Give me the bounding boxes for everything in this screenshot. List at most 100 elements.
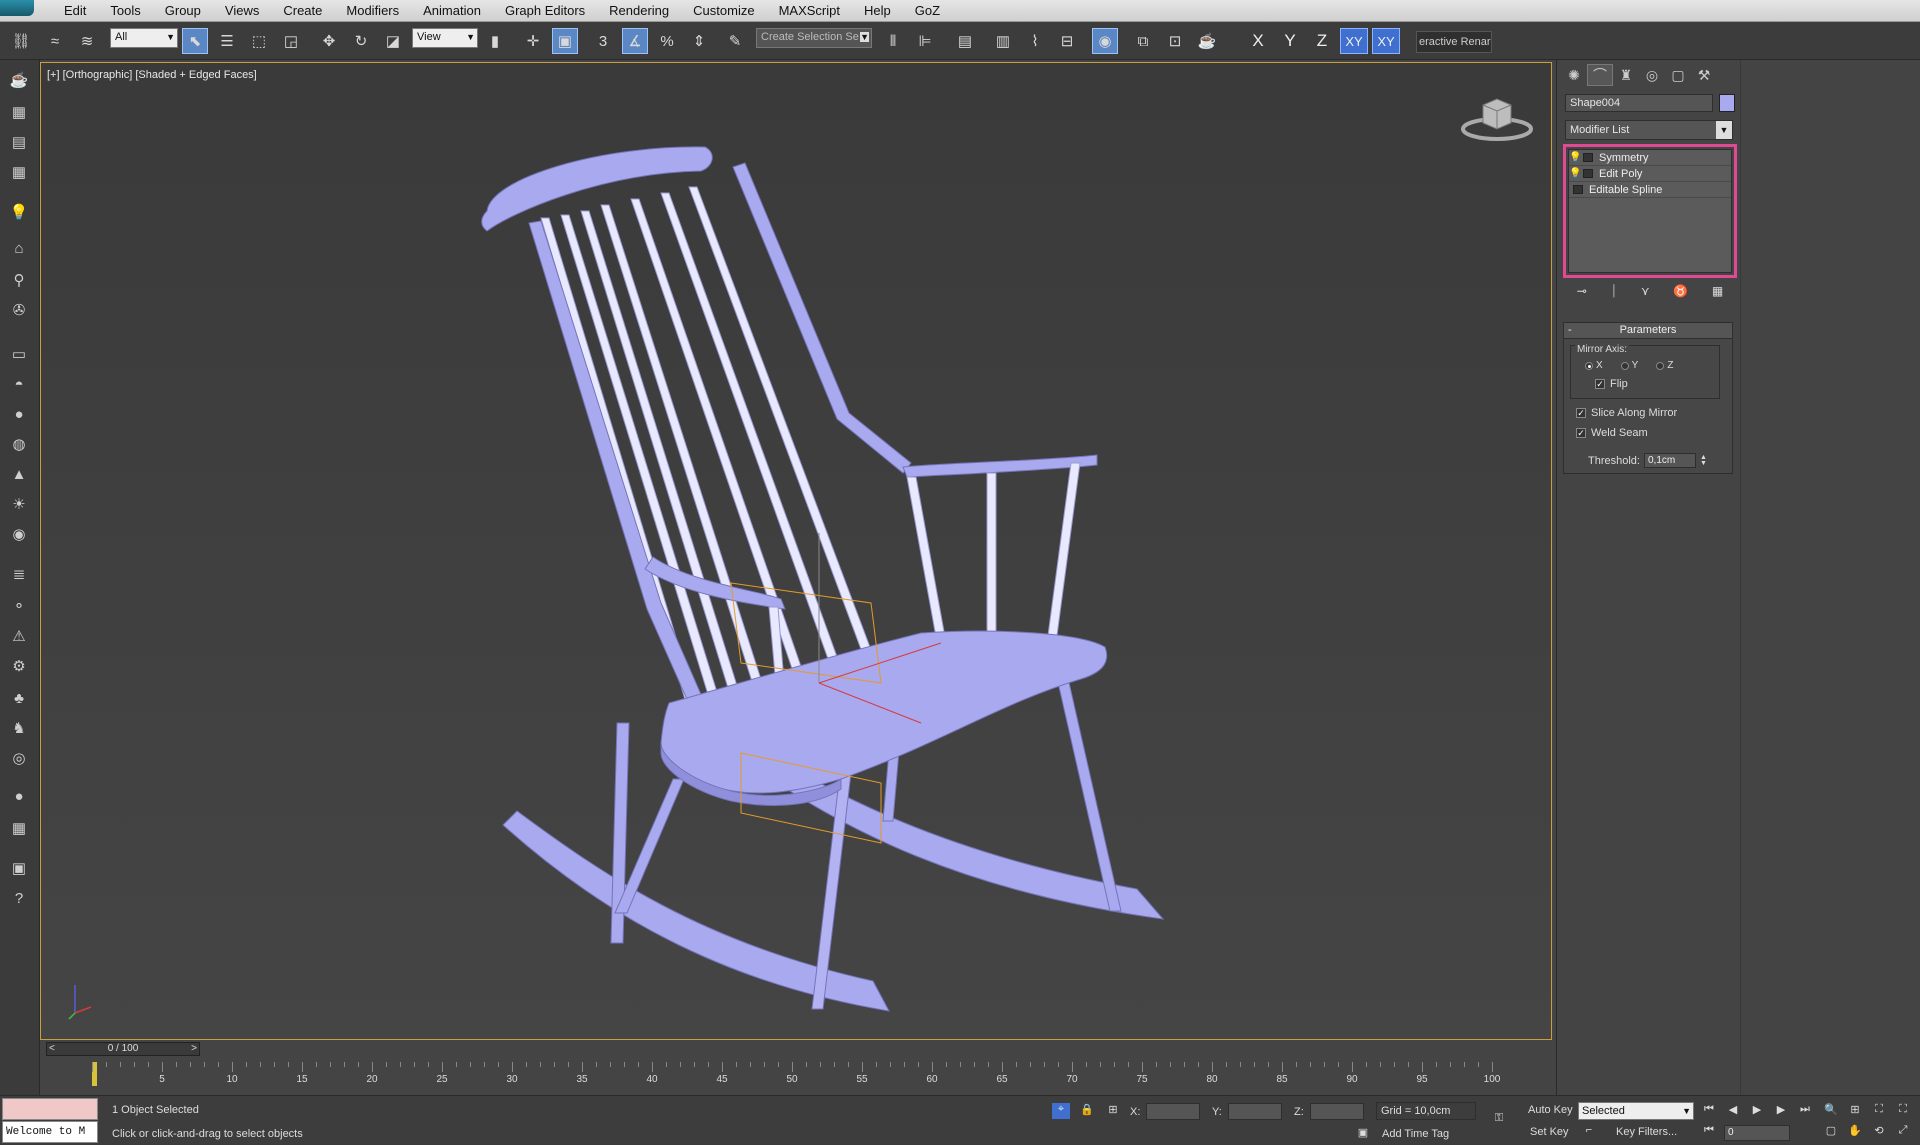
angle-snap-icon[interactable]: ∡ bbox=[622, 28, 648, 54]
camera-icon[interactable]: ⌂ bbox=[7, 236, 31, 260]
cone-icon[interactable]: ▲ bbox=[7, 462, 31, 486]
maxscript-listener-mini[interactable] bbox=[2, 1098, 98, 1120]
shell-icon[interactable]: ◎ bbox=[7, 746, 31, 770]
next-frame-icon[interactable]: ▶ bbox=[1772, 1103, 1790, 1119]
help-icon[interactable]: ? bbox=[7, 886, 31, 910]
reference-coordinate-dropdown[interactable]: View ▼ bbox=[412, 28, 478, 48]
key-selection-dropdown[interactable]: Selected ▼ bbox=[1578, 1102, 1694, 1120]
graphite-toolset-icon[interactable]: ▥ bbox=[990, 28, 1016, 54]
viewcube-icon[interactable] bbox=[1459, 93, 1535, 143]
cloth-icon[interactable]: ⚠ bbox=[7, 624, 31, 648]
weld-seam-checkbox[interactable]: ✓ Weld Seam bbox=[1576, 427, 1648, 439]
maxscript-output[interactable]: Welcome to M bbox=[2, 1121, 98, 1143]
menu-group[interactable]: Group bbox=[153, 3, 213, 18]
clipboard-icon[interactable]: ▣ bbox=[7, 856, 31, 880]
axis-y-radio[interactable]: Y bbox=[1620, 360, 1638, 371]
show-end-result-icon[interactable]: ⏐ bbox=[1610, 284, 1617, 302]
align-icon[interactable]: ⊫ bbox=[912, 28, 938, 54]
menu-help[interactable]: Help bbox=[852, 3, 903, 18]
remove-modifier-icon[interactable]: ♉ bbox=[1673, 284, 1688, 302]
y-coordinate-input[interactable] bbox=[1227, 1103, 1282, 1120]
flip-checkbox[interactable]: ✓ Flip bbox=[1595, 378, 1628, 390]
link-icon[interactable]: ⛓ bbox=[8, 28, 34, 54]
calculator-icon[interactable]: ▦ bbox=[7, 816, 31, 840]
axis-z-button[interactable]: Z bbox=[1308, 28, 1336, 54]
display-tab-icon[interactable]: ▢ bbox=[1665, 64, 1691, 86]
motion-tab-icon[interactable]: ◎ bbox=[1639, 64, 1665, 86]
parameters-rollout-header[interactable]: - Parameters bbox=[1564, 323, 1732, 339]
pivot-center-icon[interactable]: ▮ bbox=[482, 28, 508, 54]
menu-customize[interactable]: Customize bbox=[681, 3, 766, 18]
menu-create[interactable]: Create bbox=[271, 3, 334, 18]
play-icon[interactable]: ▶ bbox=[1748, 1103, 1766, 1119]
rocking-chair-model[interactable] bbox=[41, 63, 1551, 1039]
render-icon[interactable]: ▦ bbox=[7, 100, 31, 124]
modifier-list-dropdown[interactable]: Modifier List ▼ bbox=[1565, 120, 1733, 140]
curve-editor-icon[interactable]: ⌇ bbox=[1022, 28, 1048, 54]
axis-y-button[interactable]: Y bbox=[1276, 28, 1304, 54]
bind-space-warp-icon[interactable]: ≋ bbox=[74, 28, 100, 54]
go-to-end-icon[interactable]: ⏭ bbox=[1796, 1103, 1814, 1119]
render-setup-icon[interactable]: ⧉ bbox=[1130, 28, 1156, 54]
axis-xy-cycle-button[interactable]: XY bbox=[1372, 28, 1400, 54]
slice-along-mirror-checkbox[interactable]: ✓ Slice Along Mirror bbox=[1576, 407, 1677, 419]
interactive-render-label[interactable]: eractive Renar bbox=[1416, 31, 1492, 53]
schematic-view-icon[interactable]: ⊟ bbox=[1054, 28, 1080, 54]
menu-views[interactable]: Views bbox=[213, 3, 271, 18]
auto-key-button[interactable]: Auto Key bbox=[1528, 1104, 1573, 1116]
menu-tools[interactable]: Tools bbox=[98, 3, 152, 18]
previous-frame-icon[interactable]: ◀ bbox=[1724, 1103, 1742, 1119]
snaps-toggle-icon[interactable]: 3 bbox=[590, 28, 616, 54]
time-prev-button[interactable]: < bbox=[49, 1043, 55, 1055]
expand-box-icon[interactable] bbox=[1573, 185, 1583, 194]
expand-box-icon[interactable] bbox=[1583, 169, 1593, 178]
absolute-mode-icon[interactable]: ⊞ bbox=[1104, 1103, 1122, 1119]
menu-modifiers[interactable]: Modifiers bbox=[334, 3, 411, 18]
rectangular-region-icon[interactable]: ⬚ bbox=[246, 28, 272, 54]
particle-icon[interactable]: ⚬ bbox=[7, 594, 31, 618]
select-object-icon[interactable]: ⬉ bbox=[182, 28, 208, 54]
menu-animation[interactable]: Animation bbox=[411, 3, 493, 18]
track-bar[interactable]: 5 10 15 20 25 30 35 40 45 50 55 60 65 70 75 80 85 90 95 100 bbox=[92, 1062, 1548, 1092]
z-coordinate-input[interactable] bbox=[1309, 1103, 1364, 1120]
torus-icon[interactable]: ◍ bbox=[7, 432, 31, 456]
percent-snap-icon[interactable]: % bbox=[654, 28, 680, 54]
menu-graph-editors[interactable]: Graph Editors bbox=[493, 3, 597, 18]
orbit-icon[interactable]: ⟲ bbox=[1870, 1124, 1888, 1140]
time-slider[interactable]: < 0 / 100 > bbox=[46, 1042, 200, 1056]
set-key-icon[interactable]: ⌐ bbox=[1580, 1124, 1598, 1140]
ball-icon[interactable]: ◉ bbox=[7, 522, 31, 546]
named-selection-field[interactable]: Create Selection Se ▼ bbox=[756, 28, 872, 48]
document-icon[interactable]: ▤ bbox=[7, 130, 31, 154]
sun-icon[interactable]: ☀ bbox=[7, 492, 31, 516]
plant-icon[interactable]: ♣ bbox=[7, 686, 31, 710]
stack-item-editable-spline[interactable]: Editable Spline bbox=[1569, 182, 1731, 198]
zoom-extents-all-icon[interactable]: ⛶ bbox=[1894, 1103, 1912, 1119]
current-frame-input[interactable]: 0 bbox=[1724, 1125, 1790, 1141]
key-filters-button[interactable]: Key Filters... bbox=[1616, 1126, 1677, 1138]
stack-item-edit-poly[interactable]: 💡 Edit Poly bbox=[1569, 166, 1731, 182]
hair-icon[interactable]: ≣ bbox=[7, 562, 31, 586]
table-icon[interactable]: ▦ bbox=[7, 160, 31, 184]
menu-rendering[interactable]: Rendering bbox=[597, 3, 681, 18]
spinner-snap-icon[interactable]: ⇕ bbox=[686, 28, 712, 54]
gear-icon[interactable]: ⚙ bbox=[7, 654, 31, 678]
menu-maxscript[interactable]: MAXScript bbox=[767, 3, 852, 18]
light-bulb-icon[interactable]: 💡 bbox=[1569, 152, 1581, 163]
edit-named-selection-icon[interactable]: ✎ bbox=[722, 28, 748, 54]
set-key-button[interactable]: Set Key bbox=[1530, 1126, 1569, 1138]
time-next-button[interactable]: > bbox=[191, 1043, 197, 1055]
zoom-extents-icon[interactable]: ⛶ bbox=[1870, 1103, 1888, 1119]
object-name-field[interactable]: Shape004 bbox=[1565, 94, 1713, 112]
threshold-input[interactable]: 0,1cm bbox=[1643, 453, 1696, 468]
pin-stack-icon[interactable]: ⊸ bbox=[1577, 284, 1587, 302]
unlink-icon[interactable]: ≈ bbox=[42, 28, 68, 54]
add-time-tag[interactable]: Add Time Tag bbox=[1382, 1128, 1449, 1140]
hemisphere-icon[interactable]: ◓ bbox=[7, 372, 31, 396]
pan-view-icon[interactable]: ✋ bbox=[1846, 1124, 1864, 1140]
add-time-tag-icon[interactable]: ▣ bbox=[1354, 1126, 1372, 1142]
axis-x-radio[interactable]: X bbox=[1585, 360, 1603, 371]
field-of-view-icon[interactable]: ▢ bbox=[1822, 1124, 1840, 1140]
mirror-icon[interactable]: ⫴ bbox=[880, 28, 906, 54]
perspective-viewport[interactable]: [+] [Orthographic] [Shaded + Edged Faces… bbox=[40, 62, 1552, 1040]
